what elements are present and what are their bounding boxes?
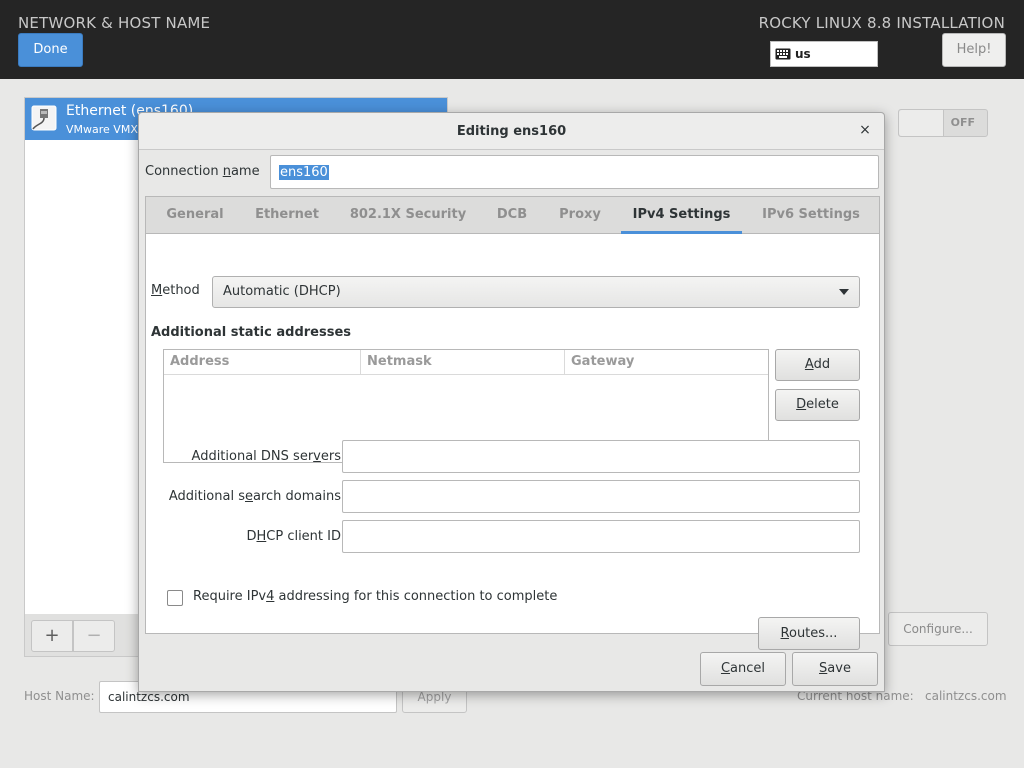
dns-label-mnemonic: v [313,449,321,464]
page-title: NETWORK & HOST NAME [18,14,211,32]
toggle-knob [899,110,944,136]
routes-button[interactable]: Routes... [758,617,860,650]
save-button[interactable]: Save [792,652,878,686]
keyboard-icon [775,48,791,60]
routes-rest: outes... [788,626,838,641]
toggle-state-label: OFF [950,116,975,129]
dialog-titlebar: Editing ens160 × [139,113,884,150]
routes-mnemonic: R [780,626,789,641]
search-domains-input[interactable] [342,480,860,513]
close-icon[interactable]: × [856,121,874,139]
add-device-button[interactable]: + [31,620,73,652]
product-title: ROCKY LINUX 8.8 INSTALLATION [758,14,1005,32]
remove-device-button[interactable]: − [73,620,115,652]
save-rest: ave [827,661,851,676]
tab-general[interactable]: General [154,197,236,234]
connection-name-label: Connection name [145,164,260,179]
static-addresses-heading: Additional static addresses [151,325,352,340]
connection-name-label-post: ame [230,164,260,179]
delete-mnemonic: D [796,397,807,412]
tab-bar: General Ethernet 802.1X Security DCB Pro… [146,197,879,234]
keyboard-layout-label: us [795,47,811,61]
add-rest: dd [813,357,831,372]
method-value: Automatic (DHCP) [223,284,341,299]
add-address-button[interactable]: Add [775,349,860,381]
delete-address-button[interactable]: Delete [775,389,860,421]
require-ipv4-checkbox[interactable] [167,590,183,606]
dialog-title: Editing ens160 [456,124,567,139]
chevron-down-icon [839,289,849,295]
ethernet-icon [31,105,57,131]
dns-servers-label: Additional DNS servers [192,449,341,464]
search-label-mnemonic: e [244,489,253,504]
column-header-gateway[interactable]: Gateway [565,350,768,375]
column-header-netmask[interactable]: Netmask [361,350,565,375]
add-mnemonic: A [804,357,814,372]
tab-ipv6-settings[interactable]: IPv6 Settings [752,197,870,234]
dhcp-label-pre: D [246,529,257,544]
column-header-address[interactable]: Address [164,350,361,375]
done-button[interactable]: Done [18,33,83,67]
device-power-toggle[interactable]: OFF [898,109,988,137]
require-ipv4-label[interactable]: Require IPv4 addressing for this connect… [193,589,557,604]
connection-name-input[interactable]: ens160 [270,155,879,189]
method-label: Method [151,283,200,298]
dns-label-pre: Additional DNS ser [191,449,314,464]
method-label-rest: ethod [162,283,200,298]
require-label-pre: Require IPv [193,589,267,604]
connection-name-label-mnemonic: n [222,164,231,179]
dhcp-label-post: CP client ID [266,529,341,544]
device-description: VMware VMXN [66,123,147,136]
tab-ipv4-settings[interactable]: IPv4 Settings [621,197,742,234]
hostname-label: Host Name: [24,689,95,703]
dhcp-client-id-label: DHCP client ID [246,529,341,544]
help-button[interactable]: Help! [942,33,1006,67]
cancel-rest: ancel [730,661,766,676]
dhcp-label-mnemonic: H [256,529,267,544]
current-hostname-value: calintzcs.com [925,689,1007,703]
delete-rest: elete [806,397,839,412]
table-header: Address Netmask Gateway [164,350,768,375]
search-domains-label: Additional search domains [169,489,341,504]
configure-button[interactable]: Configure... [888,612,988,646]
edit-connection-dialog: Editing ens160 × Connection name ens160 … [138,112,885,692]
connection-name-value: ens160 [279,164,329,180]
top-bar: NETWORK & HOST NAME Done ROCKY LINUX 8.8… [0,0,1024,79]
tab-ethernet[interactable]: Ethernet [244,197,330,234]
connection-name-label-pre: Connection [145,164,223,179]
method-label-mnemonic: M [151,283,163,298]
tab-proxy[interactable]: Proxy [550,197,610,234]
dns-label-post: ers [320,449,341,464]
tab-8021x-security[interactable]: 802.1X Security [340,197,476,234]
dns-servers-input[interactable] [342,440,860,473]
cancel-mnemonic: C [720,661,731,676]
search-label-post: arch domains [252,489,341,504]
require-label-post: addressing for this connection to comple… [274,589,558,604]
dhcp-client-id-input[interactable] [342,520,860,553]
cancel-button[interactable]: Cancel [700,652,786,686]
search-label-pre: Additional s [168,489,245,504]
keyboard-layout-indicator[interactable]: us [770,41,878,67]
tab-dcb[interactable]: DCB [486,197,538,234]
method-dropdown[interactable]: Automatic (DHCP) [212,276,860,308]
